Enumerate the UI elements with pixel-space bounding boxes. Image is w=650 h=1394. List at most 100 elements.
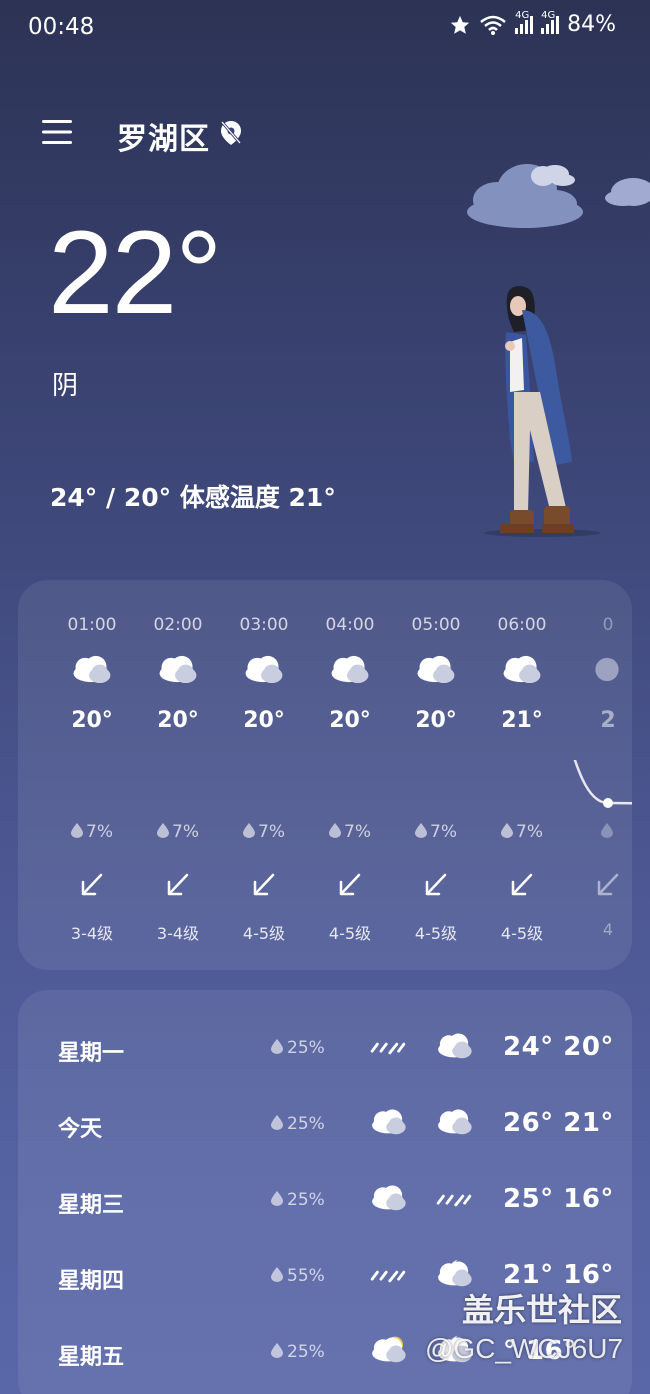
raindrop-icon (600, 823, 613, 838)
hourly-item: 03:00 20° 7% 4-5级 (221, 580, 307, 970)
daily-temperatures: 24° 20° (503, 1032, 614, 1062)
daily-day-name: 星期四 (58, 1269, 125, 1294)
signal-icon-1: 4G (515, 10, 534, 34)
cloudy-icon (372, 1109, 406, 1135)
daily-temperatures: 26° 21° (503, 1108, 614, 1138)
hourly-temperature: 2 (600, 708, 616, 733)
wind-direction-icon (597, 873, 619, 896)
hourly-item: 04:00 20° 7% 4-5级 (307, 580, 393, 970)
cloudy-icon (159, 655, 197, 684)
hourly-wind-level: 3-4级 (156, 924, 200, 943)
cloudy-icon (73, 655, 111, 684)
watermark-handle: @GC_WCJ6U7 (425, 1333, 624, 1364)
wind-direction-icon (339, 873, 361, 896)
daily-rain-value: 25% (287, 1190, 325, 1210)
daily-rain-value: 25% (287, 1038, 325, 1058)
partial-moon-icon (595, 657, 619, 682)
raindrop-icon (271, 1343, 283, 1358)
daily-row[interactable]: 星期一 25% 24° 20° (18, 1018, 632, 1078)
raindrop-icon (329, 823, 341, 838)
raindrop-icon (271, 1115, 283, 1130)
rain-icon (370, 1270, 406, 1283)
hourly-wind-level: 4-5级 (500, 924, 544, 943)
hourly-temperature: 21° (501, 708, 543, 733)
hourly-time: 0 (602, 615, 614, 635)
daily-row[interactable]: 今天 25% 26° 21° (18, 1094, 632, 1154)
cloudy-icon (417, 655, 455, 684)
wind-direction-icon (167, 873, 189, 896)
wind-direction-icon (81, 873, 103, 896)
daily-rain-chance: 25% (271, 1114, 325, 1134)
location-off-icon[interactable] (218, 119, 244, 147)
hourly-time: 01:00 (67, 615, 117, 635)
hourly-rain-value: 7% (516, 822, 543, 842)
network-label-2: 4G (541, 9, 556, 21)
hourly-item: 05:00 20° 7% 4-5级 (393, 580, 479, 970)
daily-rain-value: 25% (287, 1342, 325, 1362)
network-label-1: 4G (515, 9, 530, 21)
hourly-rain-chance (565, 822, 632, 842)
raindrop-icon (157, 823, 169, 838)
daily-day-name: 星期五 (58, 1345, 125, 1370)
daily-rain-chance: 55% (271, 1266, 325, 1286)
status-icons: 4G 4G 84% (449, 10, 616, 37)
menu-icon[interactable] (42, 118, 72, 146)
cloudy-moon-icon (438, 1259, 472, 1287)
cloudy-icon (331, 655, 369, 684)
cloudy-icon (245, 655, 283, 684)
sun-cloud-icon (372, 1336, 406, 1363)
rain-icon (436, 1194, 472, 1207)
daily-day-name: 星期三 (58, 1193, 125, 1218)
hourly-rain-chance: 7% (307, 822, 393, 842)
daily-rain-chance: 25% (271, 1038, 325, 1058)
hourly-time: 03:00 (239, 615, 289, 635)
hourly-item: 06:00 21° 7% 4-5级 (479, 580, 565, 970)
daily-day-name: 星期一 (58, 1041, 125, 1066)
hourly-time: 04:00 (325, 615, 375, 635)
hourly-rain-value: 7% (172, 822, 199, 842)
raindrop-icon (243, 823, 255, 838)
raindrop-icon (415, 823, 427, 838)
cloudy-icon (372, 1185, 406, 1211)
watermark-text: 盖乐世社区 (462, 1291, 623, 1329)
daily-rain-value: 25% (287, 1114, 325, 1134)
cloudy-icon (438, 1109, 472, 1135)
temperature-range: 24° / 20° 体感温度 21° (50, 483, 336, 512)
daily-row[interactable]: 星期三 25% 25° 16° (18, 1170, 632, 1230)
signal-icon-2: 4G (541, 10, 560, 34)
current-temperature: 22° (48, 207, 222, 339)
clouds-illustration (467, 164, 650, 228)
hourly-rain-chance: 7% (135, 822, 221, 842)
current-condition: 阴 (52, 371, 79, 401)
hourly-wind-level: 4-5级 (414, 924, 458, 943)
hourly-temperature: 20° (71, 708, 113, 733)
hourly-temperature: 20° (329, 708, 371, 733)
hourly-time: 06:00 (497, 615, 547, 635)
daily-rain-chance: 25% (271, 1190, 325, 1210)
raindrop-icon (501, 823, 513, 838)
raindrop-icon (71, 823, 83, 838)
raindrop-icon (271, 1267, 283, 1282)
daily-rain-value: 55% (287, 1266, 325, 1286)
battery-percent: 84% (567, 12, 616, 37)
hourly-rain-chance: 7% (393, 822, 479, 842)
wifi-icon (480, 15, 506, 35)
hourly-item: 01:00 20° 7% 3-4级 (49, 580, 135, 970)
wind-direction-icon (425, 873, 447, 896)
hourly-rain-value: 7% (86, 822, 113, 842)
city-name[interactable]: 罗湖区 (117, 114, 210, 158)
daily-temperatures: 25° 16° (503, 1184, 614, 1214)
status-bar: 00:48 4G 4G 84% (0, 0, 650, 56)
daily-day-name: 今天 (58, 1117, 103, 1142)
raindrop-icon (271, 1191, 283, 1206)
hourly-temperature: 20° (243, 708, 285, 733)
hourly-wind-level: 4 (602, 920, 614, 939)
hourly-item: 02:00 20° 7% 3-4级 (135, 580, 221, 970)
hourly-item: 0 2 4 (565, 580, 632, 970)
hourly-wind-level: 4-5级 (242, 924, 286, 943)
rain-icon (370, 1042, 406, 1055)
hourly-temperature: 20° (157, 708, 199, 733)
raindrop-icon (271, 1039, 283, 1054)
hourly-temperature: 20° (415, 708, 457, 733)
hourly-forecast-card[interactable]: 01:00 20° 7% 3-4级 02:00 20° 7% 3-4级 03:0… (18, 580, 632, 970)
